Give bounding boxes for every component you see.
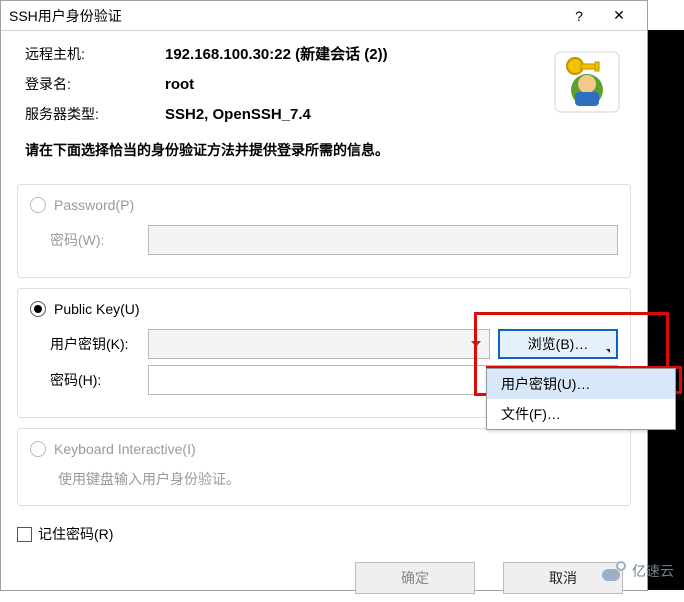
publickey-radio-label: Public Key(U) (54, 301, 140, 317)
ssh-auth-dialog: SSH用户身份验证 ? ✕ 远程主机: 192.168.100.30:22 (新… (0, 0, 648, 591)
ok-button[interactable]: 确定 (355, 562, 475, 594)
remote-host-value: 192.168.100.30:22 (新建会话 (2)) (165, 43, 533, 64)
server-type-value: SSH2, OpenSSH_7.4 (165, 106, 533, 123)
connection-info: 远程主机: 192.168.100.30:22 (新建会话 (2)) 登录名: … (1, 31, 647, 134)
watermark: 亿速云 (600, 561, 674, 581)
close-button[interactable]: ✕ (599, 1, 639, 31)
password-radio-label: Password(P) (54, 197, 134, 213)
passphrase-label: 密码(H): (50, 370, 140, 390)
remember-label: 记住密码(R) (38, 524, 113, 544)
remember-checkbox[interactable] (17, 527, 32, 542)
userkey-label: 用户密钥(K): (50, 334, 140, 354)
userkey-combo[interactable] (148, 329, 490, 359)
publickey-radio[interactable] (30, 301, 46, 317)
cloud-icon (600, 561, 626, 581)
titlebar: SSH用户身份验证 ? ✕ (1, 1, 647, 31)
right-black-strip (648, 30, 684, 590)
password-field-label: 密码(W): (50, 230, 140, 250)
server-type-label: 服务器类型: (25, 104, 165, 124)
window-title: SSH用户身份验证 (9, 6, 559, 26)
keyboard-radio-label: Keyboard Interactive(I) (54, 441, 196, 457)
keyboard-group: Keyboard Interactive(I) 使用键盘输入用户身份验证。 (17, 428, 631, 506)
browse-dropdown: 用户密钥(U)… 文件(F)… (486, 368, 676, 430)
login-value: root (165, 76, 533, 93)
keyboard-desc: 使用键盘输入用户身份验证。 (58, 469, 618, 489)
password-input (148, 225, 618, 255)
dropdown-userkey[interactable]: 用户密钥(U)… (487, 369, 675, 399)
browse-button[interactable]: 浏览(B)… (498, 329, 618, 359)
keyboard-radio[interactable] (30, 441, 46, 457)
login-label: 登录名: (25, 74, 165, 94)
password-radio[interactable] (30, 197, 46, 213)
remote-host-label: 远程主机: (25, 44, 165, 64)
auth-key-icon (551, 48, 623, 119)
instruction-text: 请在下面选择恰当的身份验证方法并提供登录所需的信息。 (1, 134, 647, 174)
password-group: Password(P) 密码(W): (17, 184, 631, 278)
help-button[interactable]: ? (559, 1, 599, 31)
dropdown-file[interactable]: 文件(F)… (487, 399, 675, 429)
